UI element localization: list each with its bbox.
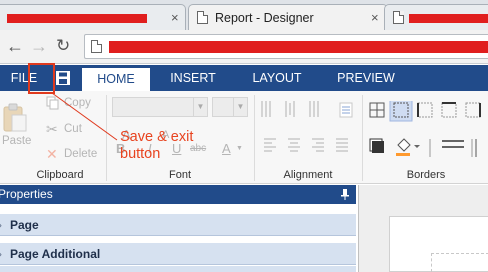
design-canvas[interactable] — [358, 185, 488, 272]
section-page[interactable]: › Page — [0, 214, 356, 236]
page-margin-guide — [431, 253, 488, 272]
properties-header: Properties — [0, 185, 356, 204]
pin-icon[interactable] — [340, 189, 350, 200]
chevron-right-icon: › — [0, 214, 2, 236]
section-next — [0, 266, 356, 272]
section-label: Page Additional — [10, 247, 101, 261]
section-label: Page — [10, 218, 39, 232]
properties-title: Properties — [0, 187, 53, 201]
chevron-right-icon: › — [0, 243, 2, 265]
annotation-text: Save & exit button — [120, 129, 194, 162]
section-page-additional[interactable]: › Page Additional — [0, 243, 356, 265]
